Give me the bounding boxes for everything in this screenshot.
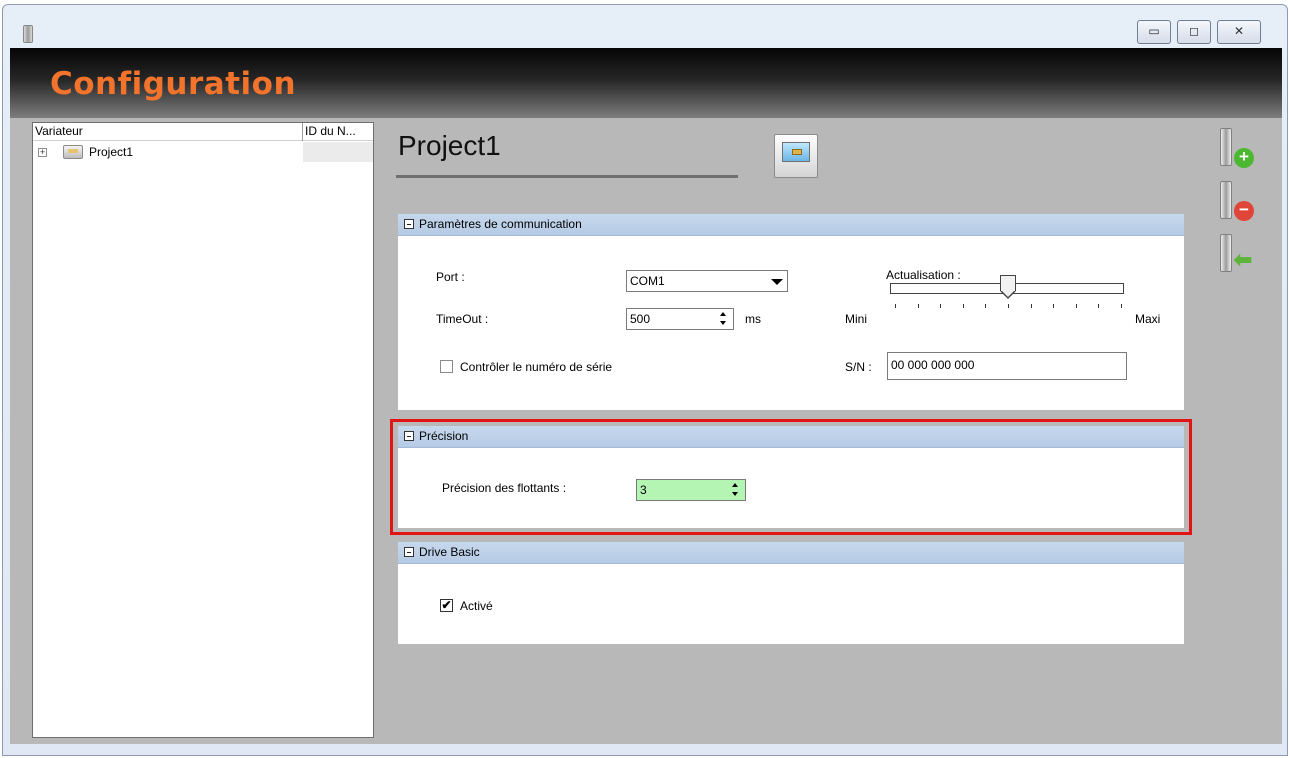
slider-ticks [895, 304, 1122, 308]
section-title: Drive Basic [419, 545, 480, 559]
highlight-frame [390, 419, 1192, 535]
active-label[interactable]: Activé [460, 599, 493, 613]
header-band: Configuration [10, 48, 1282, 118]
collapse-icon[interactable] [404, 547, 414, 557]
column-header-id[interactable]: ID du N... [303, 123, 373, 141]
refresh-slider-thumb[interactable] [1000, 275, 1016, 299]
communication-section-header[interactable]: Paramètres de communication [398, 214, 1184, 236]
slider-tick [1030, 304, 1032, 308]
tree-id-cell [303, 142, 373, 162]
maximize-button[interactable]: ◻ [1177, 20, 1211, 44]
remove-drive-icon[interactable]: − [1220, 181, 1260, 223]
port-value: COM1 [630, 274, 665, 288]
slider-tick [1098, 304, 1100, 308]
project-title: Project1 [398, 130, 501, 161]
spinner-icon[interactable] [717, 310, 731, 328]
slider-tick [1075, 304, 1077, 308]
slider-tick [917, 304, 919, 308]
collapse-icon[interactable] [404, 219, 414, 229]
check-serial-label[interactable]: Contrôler le numéro de série [460, 360, 612, 374]
drive-basic-section-header[interactable]: Drive Basic [398, 542, 1184, 564]
slider-max-label: Maxi [1135, 312, 1161, 326]
communication-section: Paramètres de communication Port : COM1 … [398, 214, 1184, 410]
import-drive-icon[interactable]: ⬅ [1220, 234, 1260, 276]
timeout-label: TimeOut : [436, 312, 489, 326]
project-folder-icon [63, 145, 83, 159]
slider-min-label: Mini [845, 312, 868, 326]
drive-tree[interactable]: Variateur ID du N... + Project1 [32, 122, 374, 738]
timeout-value: 500 [630, 312, 651, 326]
slider-tick [1008, 304, 1009, 308]
expand-icon[interactable]: + [38, 148, 47, 157]
chevron-down-icon[interactable] [771, 279, 783, 285]
active-checkbox[interactable]: ✔ [440, 599, 453, 612]
check-serial-checkbox[interactable] [440, 360, 453, 373]
drive-basic-section: Drive Basic ✔ Activé [398, 542, 1184, 644]
client-area: Variateur ID du N... + Project1 Project1… [10, 118, 1282, 744]
timeout-stepper[interactable]: 500 [626, 308, 734, 330]
slider-tick [940, 304, 942, 308]
port-label: Port : [436, 270, 465, 284]
slider-tick [1121, 304, 1122, 308]
port-select[interactable]: COM1 [626, 270, 788, 292]
sn-label: S/N : [845, 360, 872, 374]
slider-tick [1053, 304, 1055, 308]
app-icon [23, 25, 33, 43]
slider-tick [985, 304, 987, 308]
tree-item-label[interactable]: Project1 [89, 145, 133, 159]
column-header-variateur[interactable]: Variateur [33, 123, 303, 141]
slider-tick [895, 304, 896, 308]
app-title: Configuration [50, 66, 297, 102]
file-cabinet-icon[interactable] [774, 134, 818, 178]
title-underline [396, 175, 738, 178]
serial-number-value: 00 000 000 000 [891, 358, 975, 372]
add-drive-icon[interactable]: + [1220, 128, 1260, 170]
refresh-label: Actualisation : [886, 268, 961, 282]
minimize-button[interactable]: ▭ [1137, 20, 1171, 44]
close-button[interactable]: ✕ [1217, 20, 1261, 44]
slider-tick [962, 304, 964, 308]
timeout-unit: ms [745, 312, 761, 326]
tree-header: Variateur ID du N... [33, 123, 373, 141]
section-title: Paramètres de communication [419, 217, 582, 231]
serial-number-field[interactable]: 00 000 000 000 [887, 352, 1127, 380]
